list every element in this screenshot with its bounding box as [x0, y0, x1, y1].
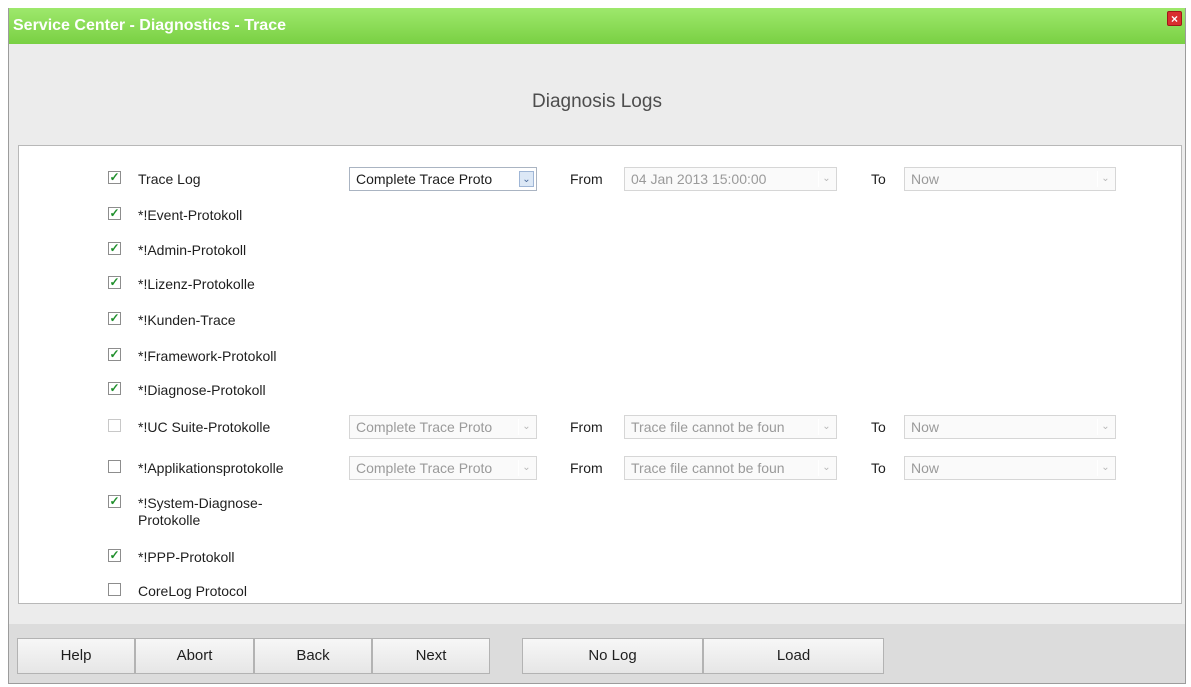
help-button[interactable]: Help — [17, 638, 135, 674]
title-bar: Service Center - Diagnostics - Trace × — [9, 8, 1185, 44]
checkbox-system-diagnose-protokolle[interactable]: ✓ — [108, 495, 121, 508]
checkbox-lizenz-protokolle[interactable]: ✓ — [108, 276, 121, 289]
checkbox-kunden-trace[interactable]: ✓ — [108, 312, 121, 325]
checkbox-corelog-protocol[interactable] — [108, 583, 121, 596]
load-button[interactable]: Load — [703, 638, 884, 674]
trace-type-select[interactable]: Complete Trace Proto ⌄ — [349, 167, 537, 191]
log-row-trace-log: ✓ Trace Log Complete Trace Proto ⌄ From … — [19, 167, 1179, 193]
label-corelog-protocol: CoreLog Protocol — [138, 583, 247, 599]
checkbox-framework-protokoll[interactable]: ✓ — [108, 348, 121, 361]
log-row-corelog: CoreLog Protocol — [19, 583, 1179, 605]
footer-bar: Help Abort Back Next No Log Load — [9, 624, 1185, 683]
chevron-down-icon: ⌄ — [1097, 460, 1113, 476]
abort-button[interactable]: Abort — [135, 638, 254, 674]
log-row-framework: ✓ *!Framework-Protokoll — [19, 348, 1179, 370]
chevron-down-icon: ⌄ — [818, 419, 834, 435]
label-uc-suite-protokolle: *!UC Suite-Protokolle — [138, 419, 271, 435]
uc-suite-from-select[interactable]: Trace file cannot be foun ⌄ — [624, 415, 837, 439]
to-date-select[interactable]: Now ⌄ — [904, 167, 1116, 191]
uc-suite-to-select[interactable]: Now ⌄ — [904, 415, 1116, 439]
applikation-type-select[interactable]: Complete Trace Proto ⌄ — [349, 456, 537, 480]
chevron-down-icon: ⌄ — [519, 171, 534, 187]
chevron-down-icon: ⌄ — [818, 460, 834, 476]
label-applikationsprotokolle: *!Applikationsprotokolle — [138, 460, 284, 476]
logs-panel: ✓ Trace Log Complete Trace Proto ⌄ From … — [18, 145, 1182, 604]
chevron-down-icon: ⌄ — [1097, 171, 1113, 187]
log-row-uc-suite: *!UC Suite-Protokolle Complete Trace Pro… — [19, 415, 1179, 441]
chevron-down-icon: ⌄ — [518, 419, 534, 435]
label-kunden-trace: *!Kunden-Trace — [138, 312, 236, 328]
chevron-down-icon: ⌄ — [518, 460, 534, 476]
from-label: From — [570, 460, 603, 476]
from-label: From — [570, 171, 603, 187]
to-label: To — [871, 171, 886, 187]
from-label: From — [570, 419, 603, 435]
log-row-admin: ✓ *!Admin-Protokoll — [19, 242, 1179, 264]
chevron-down-icon: ⌄ — [818, 171, 834, 187]
checkbox-trace-log[interactable]: ✓ — [108, 171, 121, 184]
label-framework-protokoll: *!Framework-Protokoll — [138, 348, 277, 364]
label-admin-protokoll: *!Admin-Protokoll — [138, 242, 247, 258]
no-log-button[interactable]: No Log — [522, 638, 703, 674]
label-diagnose-protokoll: *!Diagnose-Protokoll — [138, 382, 266, 398]
applikation-to-select[interactable]: Now ⌄ — [904, 456, 1116, 480]
dialog-window: Service Center - Diagnostics - Trace × D… — [8, 8, 1186, 684]
window-title: Service Center - Diagnostics - Trace — [13, 17, 286, 34]
label-event-protokoll: *!Event-Protokoll — [138, 207, 243, 223]
chevron-down-icon: ⌄ — [1097, 419, 1113, 435]
label-lizenz-protokolle: *!Lizenz-Protokolle — [138, 276, 255, 292]
back-button[interactable]: Back — [254, 638, 372, 674]
checkbox-ppp-protokoll[interactable]: ✓ — [108, 549, 121, 562]
log-row-event: ✓ *!Event-Protokoll — [19, 207, 1179, 229]
to-label: To — [871, 460, 886, 476]
log-row-ppp: ✓ *!PPP-Protokoll — [19, 549, 1179, 571]
next-button[interactable]: Next — [372, 638, 490, 674]
log-row-applikation: *!Applikationsprotokolle Complete Trace … — [19, 456, 1179, 482]
uc-suite-type-select[interactable]: Complete Trace Proto ⌄ — [349, 415, 537, 439]
checkbox-diagnose-protokoll[interactable]: ✓ — [108, 382, 121, 395]
log-row-lizenz: ✓ *!Lizenz-Protokolle — [19, 276, 1179, 298]
from-date-select[interactable]: 04 Jan 2013 15:00:00 ⌄ — [624, 167, 837, 191]
applikation-from-select[interactable]: Trace file cannot be foun ⌄ — [624, 456, 837, 480]
label-ppp-protokoll: *!PPP-Protokoll — [138, 549, 235, 565]
checkbox-applikationsprotokolle[interactable] — [108, 460, 121, 473]
log-row-kunden: ✓ *!Kunden-Trace — [19, 312, 1179, 334]
page-heading: Diagnosis Logs — [532, 91, 662, 112]
close-icon[interactable]: × — [1167, 11, 1182, 26]
log-row-system-diagnose: ✓ *!System-Diagnose- Protokolle — [19, 495, 1179, 535]
to-label: To — [871, 419, 886, 435]
label-system-diagnose-protokolle: *!System-Diagnose- Protokolle — [138, 495, 263, 528]
checkbox-uc-suite-protokolle — [108, 419, 121, 432]
checkbox-admin-protokoll[interactable]: ✓ — [108, 242, 121, 255]
checkbox-event-protokoll[interactable]: ✓ — [108, 207, 121, 220]
log-row-diagnose: ✓ *!Diagnose-Protokoll — [19, 382, 1179, 404]
label-trace-log: Trace Log — [138, 171, 201, 187]
